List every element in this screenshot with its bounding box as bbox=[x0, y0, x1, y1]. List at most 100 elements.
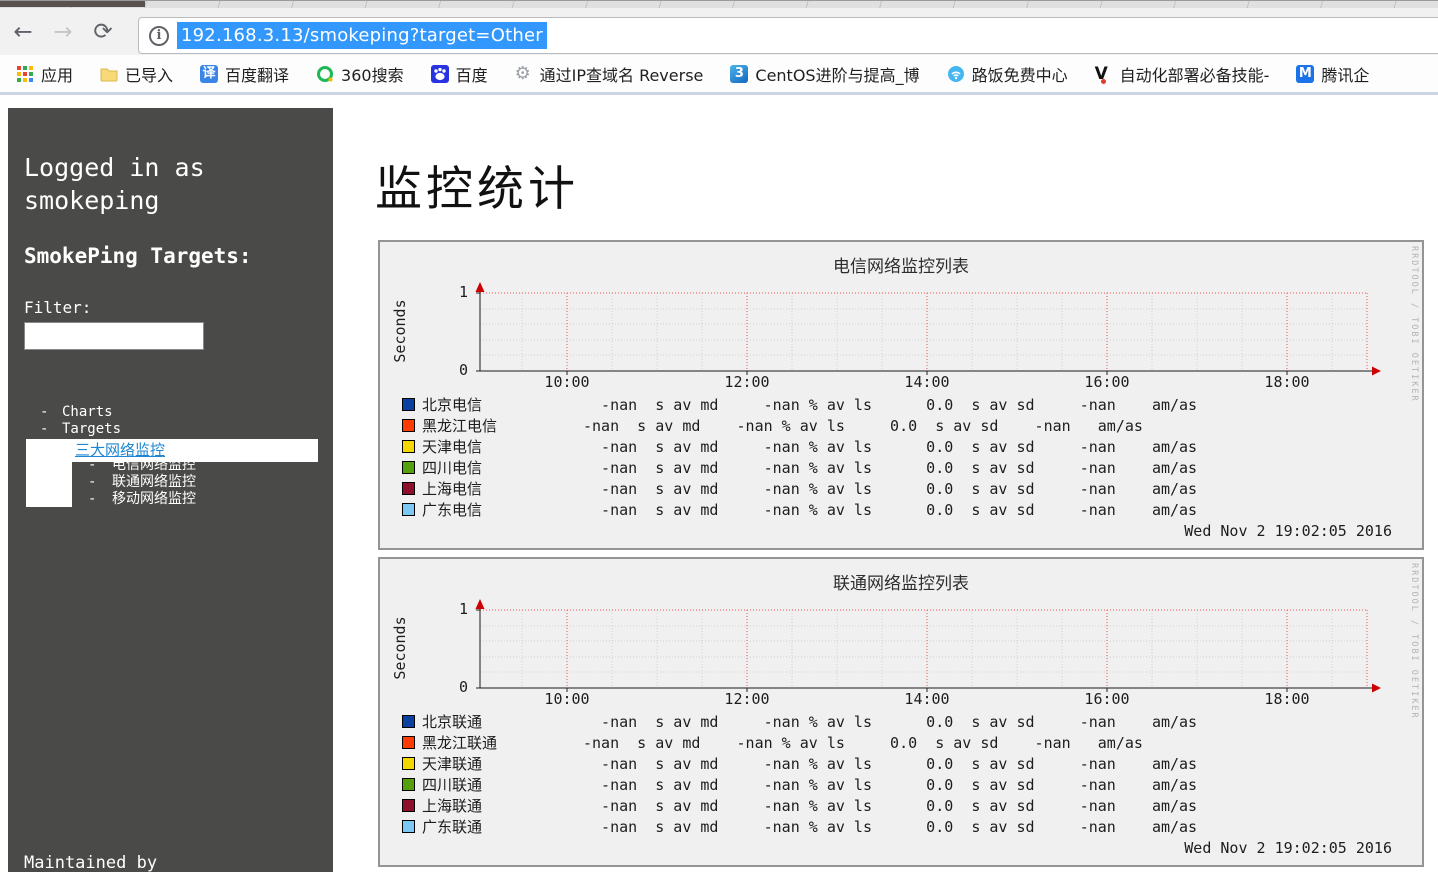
chart-panel-telecom[interactable]: 电信网络监控列表 Seconds 1 0 10:00 12:00 14:00 16:0… bbox=[378, 240, 1424, 550]
chart-timestamp: Wed Nov 2 19:02:05 2016 bbox=[1184, 522, 1392, 540]
series-stats: -nan s av md -nan % av ls 0.0 s av sd -n… bbox=[583, 754, 1198, 773]
x-tick: 12:00 bbox=[724, 690, 770, 708]
y-axis-label: Seconds bbox=[391, 616, 409, 680]
plot-area bbox=[474, 279, 1384, 383]
filter-input[interactable] bbox=[24, 322, 204, 350]
tree-row-telecom: - 电信网络监控 bbox=[8, 457, 333, 474]
gear-icon: ⚙ bbox=[514, 62, 531, 84]
x-tick: 12:00 bbox=[724, 373, 770, 391]
maintained-by-text: Maintained by bbox=[24, 853, 158, 872]
plot-area bbox=[474, 596, 1384, 700]
bookmark-baidu-translate[interactable]: 译 百度翻译 bbox=[200, 62, 289, 86]
legend-series-row: 四川电信 -nan s av md -nan % av ls 0.0 s av … bbox=[402, 457, 1402, 478]
series-stats: -nan s av md -nan % av ls 0.0 s av sd -n… bbox=[583, 796, 1198, 815]
bookmark-tencent[interactable]: M 腾讯企 bbox=[1296, 62, 1369, 86]
legend-series-row: 北京电信 -nan s av md -nan % av ls 0.0 s av … bbox=[402, 394, 1402, 415]
x-tick: 18:00 bbox=[1264, 373, 1310, 391]
legend-series-row: 上海联通 -nan s av md -nan % av ls 0.0 s av … bbox=[402, 795, 1402, 816]
tab-strip[interactable] bbox=[0, 0, 1438, 8]
bookmark-label: 360搜索 bbox=[341, 65, 404, 85]
bookmark-centos[interactable]: 3 CentOS进阶与提高_博 bbox=[730, 62, 920, 86]
bookmark-label: 应用 bbox=[41, 65, 74, 85]
bookmark-label: 已导入 bbox=[125, 65, 174, 85]
folder-icon bbox=[100, 65, 118, 83]
bookmark-label: 腾讯企 bbox=[1321, 65, 1370, 85]
series-stats: -nan s av md -nan % av ls 0.0 s av sd -n… bbox=[583, 775, 1198, 794]
targets-heading: SmokePing Targets: bbox=[24, 244, 252, 268]
legend-series-row: 广东电信 -nan s av md -nan % av ls 0.0 s av … bbox=[402, 499, 1402, 520]
filter-label: Filter: bbox=[24, 298, 92, 317]
bookmark-label: 通过IP查域名 Reverse bbox=[539, 65, 704, 85]
sidebar-item-unicom[interactable]: 联通网络监控 bbox=[112, 474, 196, 491]
logged-in-text: Logged in as smokeping bbox=[24, 153, 205, 215]
x-tick: 18:00 bbox=[1264, 690, 1310, 708]
series-stats: -nan s av md -nan % av ls 0.0 s av sd -n… bbox=[583, 817, 1198, 836]
url-text-selected[interactable]: 192.168.3.13/smokeping?target=Other bbox=[177, 22, 547, 49]
series-name: 黑龙江电信 bbox=[422, 417, 498, 435]
sidebar-item-mobile[interactable]: 移动网络监控 bbox=[112, 491, 196, 508]
bookmark-baidu[interactable]: 百度 bbox=[430, 62, 488, 86]
series-color-swatch bbox=[402, 461, 415, 474]
series-name: 上海联通 bbox=[422, 797, 483, 815]
bookmark-apps[interactable]: 应用 bbox=[16, 62, 73, 86]
series-color-swatch bbox=[402, 482, 415, 495]
page-info-icon[interactable]: i bbox=[149, 25, 169, 46]
legend-series-row: 北京联通 -nan s av md -nan % av ls 0.0 s av … bbox=[402, 711, 1402, 732]
sidebar: Logged in as smokeping SmokePing Targets… bbox=[8, 108, 333, 872]
tree-row-unicom: - 联通网络监控 bbox=[8, 474, 333, 491]
series-name: 北京联通 bbox=[422, 713, 483, 731]
centos-icon: 3 bbox=[730, 64, 749, 83]
x-tick: 14:00 bbox=[904, 690, 950, 708]
tree-children: - 电信网络监控 - 联通网络监控 - 移动网络监控 bbox=[8, 457, 333, 508]
x-tick: 16:00 bbox=[1084, 373, 1130, 391]
sidebar-item-targets[interactable]: Targets bbox=[62, 421, 121, 438]
bookmark-auto-deploy[interactable]: V 自动化部署必备技能- bbox=[1095, 62, 1270, 86]
chart-panel-unicom[interactable]: 联通网络监控列表 Seconds 1 0 10:00 12:00 14:00 16:0… bbox=[378, 557, 1424, 867]
x-tick: 10:00 bbox=[544, 690, 590, 708]
bookmark-imported[interactable]: 已导入 bbox=[100, 62, 173, 86]
bookmark-lufan[interactable]: 路饭免费中心 bbox=[947, 62, 1068, 86]
chart-legend: 北京联通 -nan s av md -nan % av ls 0.0 s av … bbox=[402, 711, 1402, 837]
tree-dash: - bbox=[40, 404, 49, 420]
y-tick-1: 1 bbox=[458, 283, 468, 301]
series-color-swatch bbox=[402, 419, 415, 432]
series-name: 北京电信 bbox=[422, 396, 483, 414]
tab-strip-dark-segment bbox=[0, 1, 145, 7]
page-title: 监控统计 bbox=[375, 162, 579, 217]
sidebar-item-telecom[interactable]: 电信网络监控 bbox=[112, 457, 196, 474]
series-stats: -nan s av md -nan % av ls 0.0 s av sd -n… bbox=[583, 712, 1198, 731]
sidebar-item-charts[interactable]: Charts bbox=[62, 404, 113, 421]
tree-row-mobile: - 移动网络监控 bbox=[8, 491, 333, 508]
mail-icon: M bbox=[1296, 64, 1315, 83]
series-color-swatch bbox=[402, 799, 415, 812]
x-tick: 16:00 bbox=[1084, 690, 1130, 708]
chart-title: 电信网络监控列表 bbox=[833, 257, 969, 277]
bookmark-label: 自动化部署必备技能- bbox=[1119, 65, 1270, 85]
apps-grid-icon bbox=[16, 65, 34, 83]
360-search-icon bbox=[316, 65, 334, 83]
bookmark-360-search[interactable]: 360搜索 bbox=[316, 62, 404, 86]
back-button[interactable]: ← bbox=[6, 15, 40, 49]
tree-dash: - bbox=[40, 421, 49, 437]
v-logo-icon: V bbox=[1094, 63, 1108, 84]
bookmark-ip-lookup[interactable]: ⚙ 通过IP查域名 Reverse bbox=[515, 62, 704, 86]
legend-series-row: 上海电信 -nan s av md -nan % av ls 0.0 s av … bbox=[402, 478, 1402, 499]
forward-button[interactable]: → bbox=[46, 15, 80, 49]
url-bar[interactable]: i 192.168.3.13/smokeping?target=Other bbox=[138, 17, 1438, 54]
series-name: 广东联通 bbox=[422, 818, 483, 836]
series-name: 广东电信 bbox=[422, 501, 483, 519]
reload-button[interactable]: ⟳ bbox=[86, 15, 120, 49]
series-stats: -nan s av md -nan % av ls 0.0 s av sd -n… bbox=[583, 479, 1198, 498]
x-tick: 10:00 bbox=[544, 373, 590, 391]
series-stats: -nan s av md -nan % av ls 0.0 s av sd -n… bbox=[583, 395, 1198, 414]
bookmark-label: 路饭免费中心 bbox=[971, 65, 1068, 85]
series-color-swatch bbox=[402, 757, 415, 770]
series-name: 天津联通 bbox=[422, 755, 483, 773]
bookmark-label: CentOS进阶与提高_博 bbox=[755, 65, 920, 85]
chart-timestamp: Wed Nov 2 19:02:05 2016 bbox=[1184, 839, 1392, 857]
legend-series-row: 天津电信 -nan s av md -nan % av ls 0.0 s av … bbox=[402, 436, 1402, 457]
series-name: 黑龙江联通 bbox=[422, 734, 498, 752]
tree-dash: - bbox=[88, 491, 97, 507]
series-name: 上海电信 bbox=[422, 480, 483, 498]
legend-series-row: 黑龙江联通 -nan s av md -nan % av ls 0.0 s av … bbox=[402, 732, 1402, 753]
